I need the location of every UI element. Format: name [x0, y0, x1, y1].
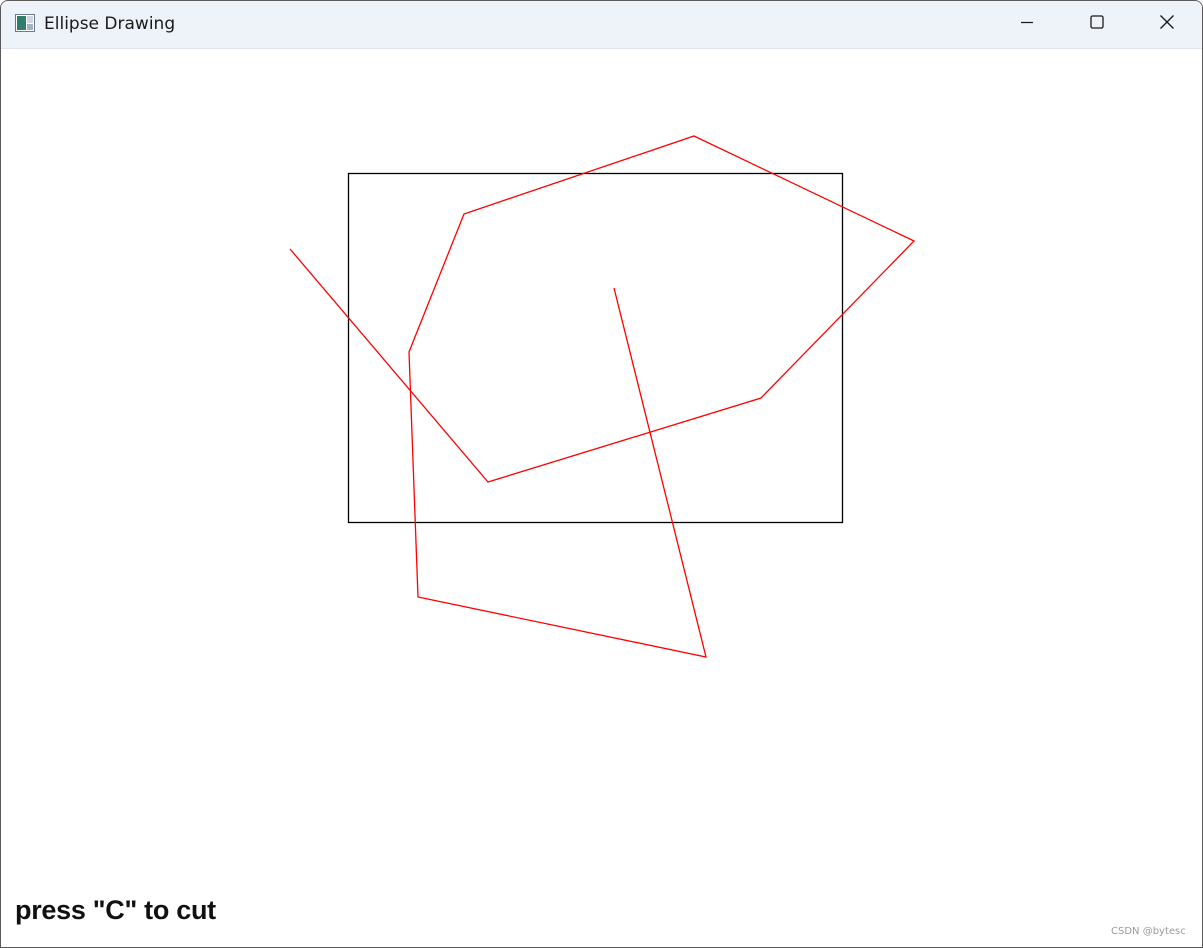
maximize-button[interactable]	[1062, 1, 1132, 48]
drawing-surface	[289, 135, 916, 658]
minimize-button[interactable]	[992, 1, 1062, 48]
app-window: Ellipse Drawing press "C" to cut CSDN @b…	[0, 0, 1203, 948]
cut-hint-text: press "C" to cut	[15, 895, 216, 925]
close-button[interactable]	[1132, 1, 1202, 48]
watermark-text: CSDN @bytesc	[1111, 926, 1186, 937]
drawing-canvas[interactable]	[1, 49, 1202, 947]
close-icon	[1159, 14, 1175, 35]
clip-rectangle	[347, 172, 844, 524]
red-polyline	[289, 135, 916, 658]
window-app-icon	[15, 14, 35, 32]
minimize-icon	[1019, 14, 1035, 35]
maximize-icon	[1089, 14, 1105, 35]
title-bar[interactable]: Ellipse Drawing	[1, 1, 1202, 49]
window-title: Ellipse Drawing	[44, 14, 176, 34]
